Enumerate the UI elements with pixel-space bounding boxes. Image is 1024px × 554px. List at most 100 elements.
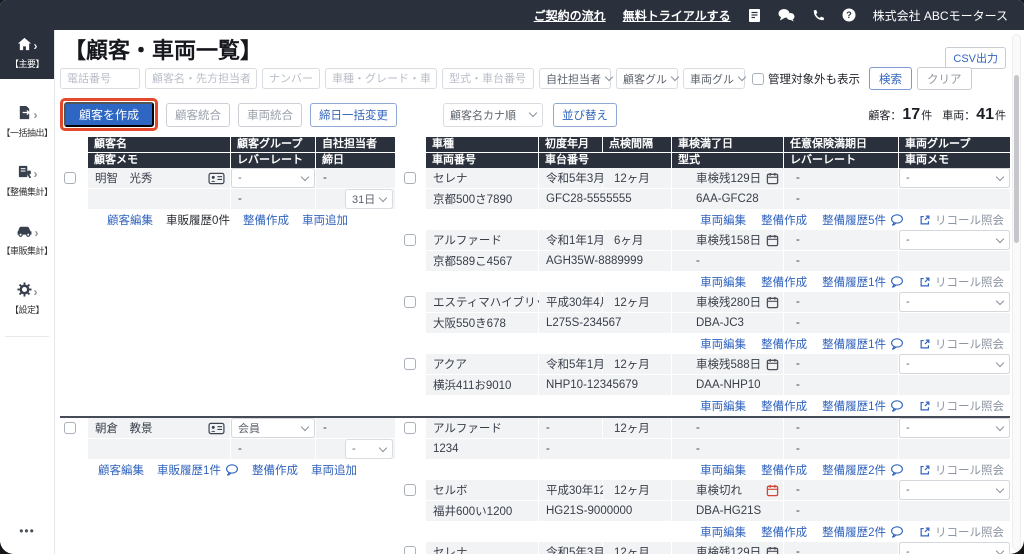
rep-select[interactable]: 自社担当者: [539, 68, 614, 89]
show-unmanaged-checkbox[interactable]: 管理対象外も表示: [752, 71, 860, 87]
maintenance-history-link[interactable]: 整備履歴2件: [822, 462, 904, 478]
help-icon[interactable]: ?: [842, 8, 856, 22]
closing-date-bulk-button[interactable]: 締日一括変更: [310, 102, 398, 127]
closing-day-select[interactable]: 31日: [345, 189, 393, 209]
vehicle-group-select[interactable]: -: [899, 292, 1010, 312]
vehicle-panel: アルファード -12ヶ月 - - -1234- - - 車両編集 整備作成 整備履歴2件 リコール照…: [400, 418, 1010, 554]
vehicle-checkbox[interactable]: [404, 484, 416, 496]
merge-vehicles-button[interactable]: 車両統合: [238, 102, 303, 127]
calendar-icon[interactable]: [766, 484, 779, 497]
search-button[interactable]: 検索: [869, 67, 912, 90]
recall-inquiry-link[interactable]: リコール照会: [919, 336, 1004, 352]
maintenance-create-link[interactable]: 整備作成: [243, 212, 289, 228]
recall-inquiry-link[interactable]: リコール照会: [919, 212, 1004, 228]
vehicle-add-link[interactable]: 車両追加: [311, 462, 357, 478]
sidebar-item-sales-summary[interactable]: › 【車販集計】: [0, 219, 54, 261]
maintenance-history-link[interactable]: 整備履歴2件: [822, 524, 904, 540]
vehicle-checkbox[interactable]: [404, 358, 416, 370]
vehicle-model-input[interactable]: [325, 68, 437, 89]
vehicle-edit-link[interactable]: 車両編集: [700, 212, 746, 228]
create-customer-button[interactable]: 顧客を作成: [64, 102, 155, 127]
vehicle-group-select[interactable]: -: [899, 480, 1010, 500]
sidebar-item-batch-extract[interactable]: › 【一括抽出】: [0, 101, 54, 143]
maintenance-create-link[interactable]: 整備作成: [761, 274, 807, 290]
vehicle-edit-link[interactable]: 車両編集: [700, 274, 746, 290]
vehicle-inspection-interval: 12ヶ月: [603, 354, 671, 374]
sidebar-more-button[interactable]: •••: [0, 524, 54, 554]
recall-inquiry-link[interactable]: リコール照会: [919, 462, 1004, 478]
customer-memo: [88, 439, 230, 459]
vehicle-checkbox[interactable]: [404, 422, 416, 434]
id-card-icon[interactable]: [208, 172, 225, 185]
invoice-icon[interactable]: [748, 8, 761, 23]
csv-export-button[interactable]: CSV出力: [945, 47, 1006, 69]
clear-button[interactable]: クリア: [917, 67, 972, 90]
vehicle-add-link[interactable]: 車両追加: [302, 212, 348, 228]
customer-edit-link[interactable]: 顧客編集: [98, 462, 144, 478]
vehicle-group-select[interactable]: -: [899, 354, 1010, 374]
contract-flow-link[interactable]: ご契約の流れ: [534, 7, 606, 24]
vehicle-group-select[interactable]: -: [899, 230, 1010, 250]
vehicle-labor-rate: -: [784, 439, 898, 459]
vehicle-labor-rate: -: [784, 313, 898, 333]
page-title: 【顧客・車両一覧】: [64, 38, 263, 63]
vehicle-edit-link[interactable]: 車両編集: [700, 524, 746, 540]
vehicle-group-select[interactable]: -: [899, 418, 1010, 438]
maintenance-history-link[interactable]: 整備履歴1件: [822, 398, 904, 414]
vehicle-checkbox[interactable]: [404, 172, 416, 184]
customer-edit-link[interactable]: 顧客編集: [107, 212, 153, 228]
sales-history-link[interactable]: 車販履歴1件: [157, 462, 239, 478]
sidebar-item-maintenance-summary[interactable]: › 【整備集計】: [0, 160, 54, 202]
calendar-icon[interactable]: [766, 358, 779, 371]
vehicle-insurance-expiry: -: [784, 354, 898, 374]
customer-checkbox[interactable]: [64, 422, 76, 434]
vehicle-edit-link[interactable]: 車両編集: [700, 462, 746, 478]
vehicle-checkbox[interactable]: [404, 296, 416, 308]
recall-inquiry-link[interactable]: リコール照会: [919, 524, 1004, 540]
vehicle-group-select[interactable]: -: [899, 168, 1010, 188]
merge-customers-button[interactable]: 顧客統合: [166, 102, 231, 127]
vehicle-plate-number: 福井600い1200: [426, 501, 538, 521]
scrollbar-thumb[interactable]: [1014, 75, 1019, 243]
vehicle-checkbox[interactable]: [404, 234, 416, 246]
sidebar-item-main[interactable]: › 【主要】: [0, 30, 54, 79]
maintenance-create-link[interactable]: 整備作成: [252, 462, 298, 478]
customer-group-select[interactable]: -: [231, 168, 315, 188]
sort-order-select[interactable]: 顧客名カナ順: [443, 102, 544, 127]
calendar-icon[interactable]: [766, 234, 779, 247]
customer-name-input[interactable]: [145, 68, 257, 89]
chassis-number-input[interactable]: [442, 68, 534, 89]
sort-button[interactable]: 並び替え: [553, 102, 618, 127]
calendar-icon[interactable]: [766, 296, 779, 309]
sidebar-item-settings[interactable]: › 【設定】: [0, 278, 54, 320]
vehicle-checkbox[interactable]: [404, 546, 416, 554]
maintenance-history-link[interactable]: 整備履歴1件: [822, 274, 904, 290]
customer-group-select[interactable]: 顧客グル: [616, 68, 680, 89]
vehicle-group-select[interactable]: -: [899, 542, 1010, 554]
maintenance-create-link[interactable]: 整備作成: [761, 336, 807, 352]
maintenance-create-link[interactable]: 整備作成: [761, 398, 807, 414]
scrollbar[interactable]: [1012, 34, 1021, 550]
maintenance-history-link[interactable]: 整備履歴5件: [822, 212, 904, 228]
maintenance-create-link[interactable]: 整備作成: [761, 462, 807, 478]
maintenance-create-link[interactable]: 整備作成: [761, 524, 807, 540]
recall-inquiry-link[interactable]: リコール照会: [919, 398, 1004, 414]
free-trial-link[interactable]: 無料トライアルする: [623, 7, 731, 24]
maintenance-create-link[interactable]: 整備作成: [761, 212, 807, 228]
maintenance-history-link[interactable]: 整備履歴1件: [822, 336, 904, 352]
vehicle-edit-link[interactable]: 車両編集: [700, 398, 746, 414]
vehicle-edit-link[interactable]: 車両編集: [700, 336, 746, 352]
phone-number-input[interactable]: [60, 68, 140, 89]
recall-inquiry-link[interactable]: リコール照会: [919, 274, 1004, 290]
phone-icon[interactable]: [812, 9, 825, 22]
closing-day-select[interactable]: -: [345, 439, 393, 459]
customer-checkbox[interactable]: [64, 172, 76, 184]
calendar-icon[interactable]: [766, 546, 779, 554]
chat-icon[interactable]: [778, 8, 795, 22]
vehicle-group-select[interactable]: 車両グル: [683, 68, 747, 89]
vehicle-plate-number: 京都500さ7890: [426, 189, 538, 209]
calendar-icon[interactable]: [766, 172, 779, 185]
plate-number-input[interactable]: [262, 68, 320, 89]
customer-group-select[interactable]: 会員: [231, 418, 315, 438]
id-card-icon[interactable]: [208, 422, 225, 435]
